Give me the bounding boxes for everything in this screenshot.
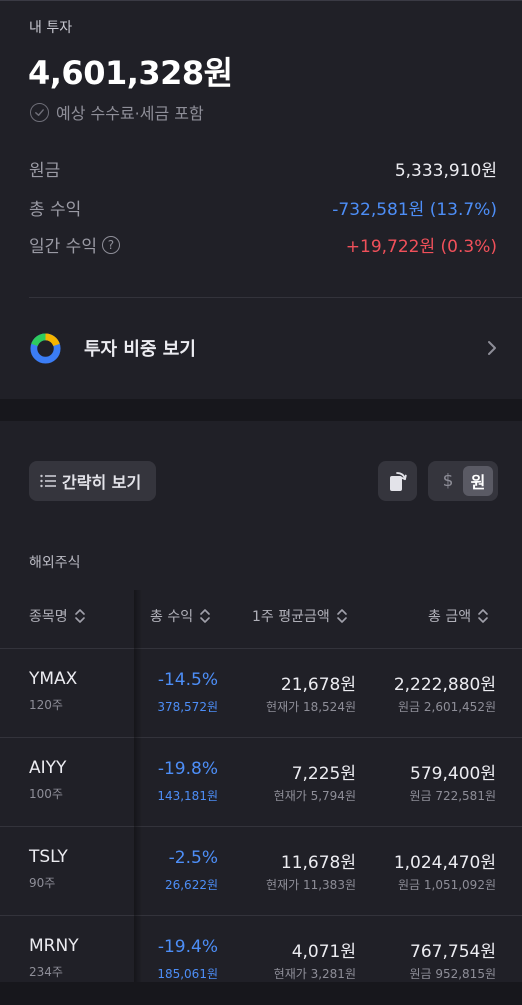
currency-toggle[interactable]: $ 원: [428, 461, 498, 501]
top-border: [0, 0, 522, 1]
principal-amount: 원금 1,051,092원: [397, 878, 496, 892]
stock-name: TSLY: [29, 847, 68, 867]
avg-price: 7,225원: [291, 764, 356, 784]
stock-name: AIYY: [29, 758, 67, 778]
header-total-amount[interactable]: 총 금액: [428, 606, 490, 626]
return-amount: 26,622원: [164, 878, 218, 892]
fee-note-text: 예상 수수료·세금 포함: [56, 104, 204, 123]
header-name-label: 종목명: [29, 609, 68, 625]
current-price: 현재가 18,524원: [266, 700, 356, 714]
section-title: 내 투자: [29, 20, 73, 36]
table-row[interactable]: AIYY 100주 -19.8% 143,181원 7,225원 현재가 5,7…: [0, 738, 522, 827]
return-amount: 143,181원: [157, 789, 218, 803]
daily-return-label: 일간 수익: [29, 237, 97, 257]
current-price: 현재가 11,383원: [266, 878, 356, 892]
sort-icon: [336, 609, 347, 623]
total-return-label: 총 수익: [29, 200, 82, 220]
principal-amount: 원금 722,581원: [409, 789, 496, 803]
stock-quantity: 90주: [29, 876, 56, 890]
table-row[interactable]: YMAX 120주 -14.5% 378,572원 21,678원 현재가 18…: [0, 649, 522, 738]
principal-amount: 원금 2,601,452원: [397, 700, 496, 714]
header-total-amount-label: 총 금액: [428, 609, 472, 625]
principal-row: 원금 5,333,910원: [29, 156, 497, 181]
avg-price: 4,071원: [291, 942, 356, 962]
daily-return-value: +19,722원 (0.3%): [345, 237, 497, 257]
header-avg-price[interactable]: 1주 평균금액: [252, 606, 349, 626]
divider: [29, 297, 522, 298]
stock-quantity: 100주: [29, 787, 63, 801]
fee-note: 예상 수수료·세금 포함: [30, 100, 204, 124]
currency-usd-option[interactable]: $: [433, 471, 463, 491]
header-name[interactable]: 종목명: [29, 606, 87, 626]
daily-return-row: 일간 수익 ? +19,722원 (0.3%): [29, 232, 497, 257]
investment-weight-link[interactable]: 투자 비중 보기: [29, 330, 499, 366]
sort-icon: [200, 609, 210, 623]
simple-view-button[interactable]: 간략히 보기: [29, 461, 156, 501]
table-header: 종목명 총 수익 1주 평균금액 총 금액: [0, 606, 522, 632]
rotate-view-button[interactable]: [378, 461, 417, 501]
stock-quantity: 120주: [29, 698, 63, 712]
avg-price: 11,678원: [280, 853, 356, 873]
return-rate: -19.8%: [157, 759, 218, 779]
avg-price: 21,678원: [280, 675, 356, 695]
header-avg-price-label: 1주 평균금액: [252, 609, 330, 625]
return-rate: -2.5%: [168, 848, 218, 868]
check-circle-icon: [30, 102, 49, 122]
list-icon: [40, 474, 56, 488]
header-total-return[interactable]: 총 수익: [150, 606, 212, 626]
principal-amount: 원금 952,815원: [409, 967, 496, 981]
principal-label: 원금: [29, 161, 61, 181]
return-amount: 378,572원: [157, 700, 218, 714]
investment-weight-label: 투자 비중 보기: [84, 339, 196, 360]
daily-return-label-group: 일간 수익 ?: [29, 232, 120, 257]
return-rate: -19.4%: [157, 937, 218, 957]
header-total-return-label: 총 수익: [150, 609, 194, 625]
stock-name: YMAX: [29, 669, 78, 689]
donut-chart-icon: [30, 332, 61, 364]
market-label: 해외주식: [29, 555, 81, 571]
return-rate: -14.5%: [157, 670, 218, 690]
total-return-value: -732,581원 (13.7%): [332, 200, 497, 220]
current-price: 현재가 3,281원: [273, 967, 356, 981]
rotate-icon: [389, 472, 407, 491]
total-amount: 579,400원: [410, 764, 496, 784]
total-value: 4,601,328원: [28, 54, 233, 92]
sticky-column-shadow: [134, 590, 142, 982]
chevron-right-icon: [488, 341, 496, 355]
table-row[interactable]: TSLY 90주 -2.5% 26,622원 11,678원 현재가 11,38…: [0, 827, 522, 916]
my-investment-card: 내 투자 4,601,328원 예상 수수료·세금 포함 원금 5,333,91…: [0, 0, 522, 399]
return-amount: 185,061원: [157, 967, 218, 981]
total-amount: 767,754원: [410, 942, 496, 962]
simple-view-label: 간략히 보기: [62, 473, 142, 492]
sort-icon: [74, 609, 85, 623]
stock-name: MRNY: [29, 936, 79, 956]
total-amount: 2,222,880원: [393, 675, 496, 695]
currency-krw-option[interactable]: 원: [463, 466, 493, 496]
table-row[interactable]: MRNY 234주 -19.4% 185,061원 4,071원 현재가 3,2…: [0, 916, 522, 1005]
total-amount: 1,024,470원: [393, 853, 496, 873]
help-icon[interactable]: ?: [101, 235, 120, 254]
sort-icon: [478, 609, 488, 623]
total-return-row: 총 수익 -732,581원 (13.7%): [29, 195, 497, 220]
principal-value: 5,333,910원: [394, 161, 497, 181]
stock-quantity: 234주: [29, 965, 63, 979]
current-price: 현재가 5,794원: [273, 789, 356, 803]
